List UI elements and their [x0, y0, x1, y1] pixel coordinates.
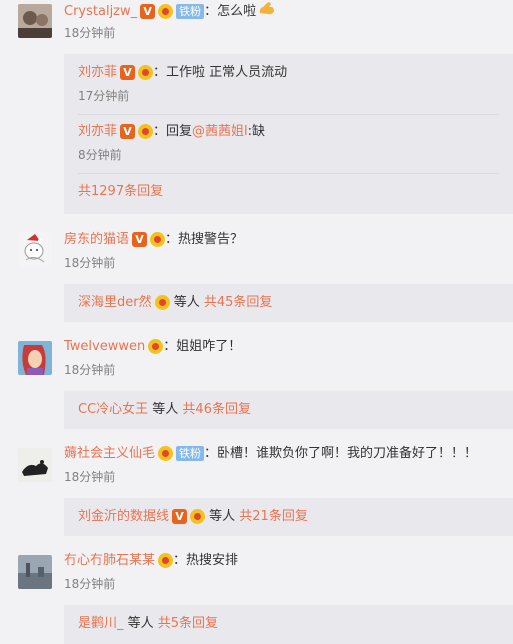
reply-user[interactable]: 是鹳川_: [78, 616, 124, 631]
comment-item: 冇心冇肺石某某 ：热搜安排 18分钟前 是鹳川_ 等人 共5条回复: [0, 549, 513, 644]
avatar[interactable]: [18, 341, 52, 375]
comment-time: 18分钟前: [64, 470, 116, 484]
vip-badge-icon: [154, 295, 170, 310]
comment-line: Crystaljzw_ V 铁粉 ：怎么啦: [64, 0, 276, 20]
comment-time: 18分钟前: [64, 363, 116, 377]
username[interactable]: 房东的猫语: [64, 232, 129, 247]
divider: [78, 173, 499, 174]
and-others-text: 等人: [148, 402, 183, 417]
fan-tag: 铁粉: [176, 4, 205, 19]
vip-badge-icon: [158, 553, 174, 568]
avatar[interactable]: [18, 4, 52, 38]
username[interactable]: 薅社会主义仙毛: [64, 446, 155, 461]
reply-time: 8分钟前: [78, 148, 122, 162]
comment-time: 18分钟前: [64, 577, 116, 591]
fan-tag: 铁粉: [176, 446, 205, 461]
comment-time: 18分钟前: [64, 26, 116, 40]
vip-badge-icon: [158, 4, 174, 19]
flexed-biceps-icon: [258, 0, 276, 23]
more-replies-link[interactable]: 深海里der然 等人 共45条回复: [78, 293, 272, 313]
more-replies-link[interactable]: 共1297条回复: [78, 182, 163, 202]
comment-line: 薅社会主义仙毛 铁粉 ：卧槽！谁欺负你了啊！我的刀准备好了！！！: [64, 444, 477, 464]
username[interactable]: 冇心冇肺石某某: [64, 553, 155, 568]
avatar[interactable]: [18, 555, 52, 589]
comment-item: Crystaljzw_ V 铁粉 ：怎么啦 18分钟前 刘亦菲 V ：工作啦 正常人员流动…: [0, 0, 513, 216]
and-others-text: 等人: [123, 616, 158, 631]
reply-time: 17分钟前: [78, 89, 130, 103]
avatar[interactable]: [18, 448, 52, 482]
reply-line: 刘亦菲 V ：回复@茜茜姐l:缺: [78, 122, 265, 142]
mention-link[interactable]: @茜茜姐l: [192, 124, 248, 139]
comment-line: 冇心冇肺石某某 ：热搜安排: [64, 551, 238, 571]
verified-icon: V: [140, 4, 156, 19]
reply-username[interactable]: 刘亦菲: [78, 65, 117, 80]
verified-icon: V: [120, 65, 136, 80]
reply-count[interactable]: 共46条回复: [182, 402, 251, 417]
reply-text-prefix: ：回复: [153, 124, 193, 139]
comment-line: 房东的猫语 V ：热搜警告？: [64, 230, 243, 250]
comment-text: ：姐姐咋了！: [163, 339, 242, 354]
reply-user[interactable]: CC冷心女王: [78, 402, 148, 417]
reply-box: 是鹳川_ 等人 共5条回复: [64, 605, 513, 644]
reply-box: 刘亦菲 V ：工作啦 正常人员流动 17分钟前 刘亦菲 V ：回复@茜茜姐l:缺 8分钟…: [64, 54, 513, 214]
comment-item: 房东的猫语 V ：热搜警告？ 18分钟前 深海里der然 等人 共45条回复: [0, 226, 513, 326]
divider: [78, 114, 499, 115]
vip-badge-icon: [148, 339, 164, 354]
more-replies-link[interactable]: CC冷心女王 等人 共46条回复: [78, 400, 251, 420]
comment-time: 18分钟前: [64, 256, 116, 270]
comment-item: Twelvewwen ：姐姐咋了！ 18分钟前 CC冷心女王 等人 共46条回复: [0, 335, 513, 435]
reply-box: CC冷心女王 等人 共46条回复: [64, 391, 513, 429]
vip-badge-icon: [138, 65, 154, 80]
comment-text: ：卧槽！谁欺负你了啊！我的刀准备好了！！！: [204, 446, 478, 461]
verified-icon: V: [132, 232, 148, 247]
reply-user[interactable]: 刘金沂的数据线: [78, 509, 169, 524]
and-others-text: 等人: [205, 509, 240, 524]
and-others-text: 等人: [169, 295, 204, 310]
vip-badge-icon: [190, 509, 206, 524]
vip-badge-icon: [150, 232, 166, 247]
more-replies-link[interactable]: 刘金沂的数据线 V 等人 共21条回复: [78, 507, 308, 527]
reply-count[interactable]: 共21条回复: [239, 509, 308, 524]
reply-text: ：工作啦 正常人员流动: [153, 65, 288, 80]
reply-text-suffix: :缺: [247, 124, 266, 139]
verified-icon: V: [120, 124, 136, 139]
reply-line: 刘亦菲 V ：工作啦 正常人员流动: [78, 63, 287, 83]
reply-count[interactable]: 共45条回复: [204, 295, 273, 310]
reply-box: 深海里der然 等人 共45条回复: [64, 284, 513, 322]
comment-text: ：怎么啦: [204, 4, 257, 19]
comment-item: 薅社会主义仙毛 铁粉 ：卧槽！谁欺负你了啊！我的刀准备好了！！！ 18分钟前 刘金沂…: [0, 442, 513, 542]
reply-box: 刘金沂的数据线 V 等人 共21条回复: [64, 498, 513, 536]
comment-text: ：热搜警告？: [165, 232, 244, 247]
verified-icon: V: [172, 509, 188, 524]
comment-list: Crystaljzw_ V 铁粉 ：怎么啦 18分钟前 刘亦菲 V ：工作啦 正常人员流动…: [0, 0, 513, 644]
reply-count[interactable]: 共5条回复: [158, 616, 218, 631]
vip-badge-icon: [138, 124, 154, 139]
more-replies-link[interactable]: 是鹳川_ 等人 共5条回复: [78, 614, 218, 634]
reply-username[interactable]: 刘亦菲: [78, 124, 117, 139]
avatar[interactable]: [18, 232, 52, 266]
username[interactable]: Twelvewwen: [64, 339, 145, 354]
username[interactable]: Crystaljzw_: [64, 4, 137, 19]
comment-line: Twelvewwen ：姐姐咋了！: [64, 337, 241, 357]
reply-user[interactable]: 深海里der然: [78, 295, 152, 310]
comment-text: ：热搜安排: [173, 553, 239, 568]
vip-badge-icon: [158, 446, 174, 461]
